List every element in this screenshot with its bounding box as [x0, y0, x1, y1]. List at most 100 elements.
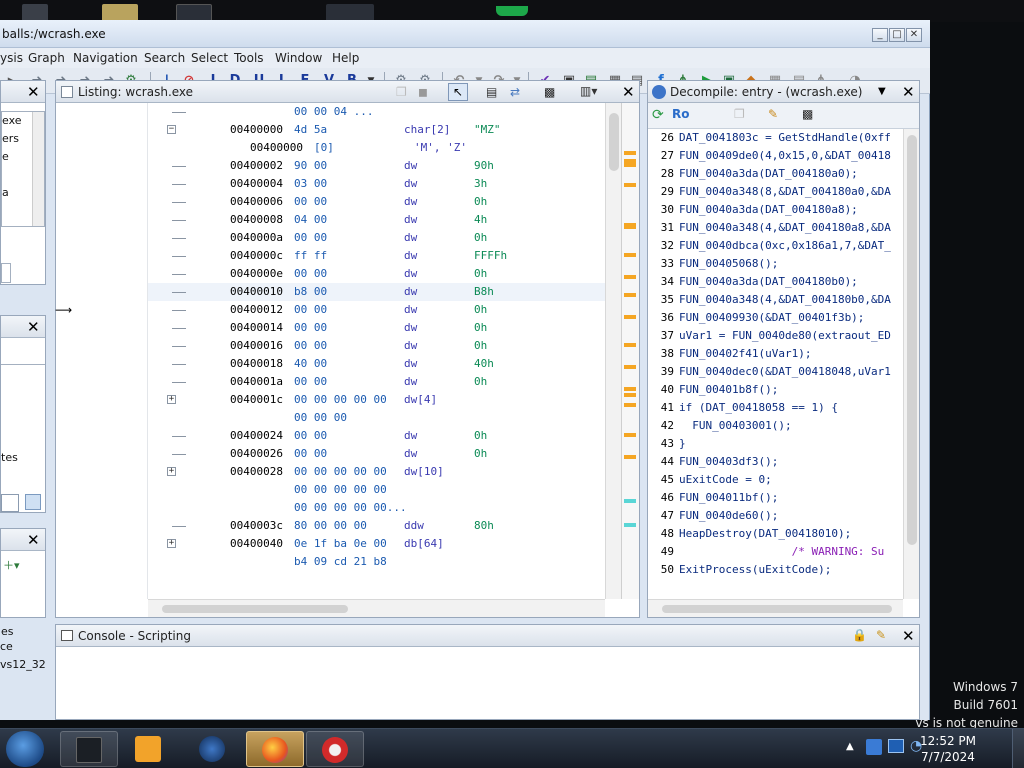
- overview-marker[interactable]: [624, 387, 636, 391]
- code-text[interactable]: FUN_0040a3da(DAT_004180b0);: [679, 273, 858, 291]
- code-line[interactable]: 34 FUN_0040a3da(DAT_004180b0);: [648, 273, 903, 291]
- code-line[interactable]: 33 FUN_00405068();: [648, 255, 903, 273]
- clone-icon[interactable]: ❐: [734, 107, 745, 121]
- listing-bytes[interactable]: 00 00: [294, 265, 327, 283]
- overview-marker[interactable]: [624, 151, 636, 155]
- overview-marker[interactable]: [624, 433, 636, 437]
- listing-address[interactable]: 00400014: [230, 319, 283, 337]
- listing-mnemonic[interactable]: dw: [404, 247, 417, 265]
- listing-address[interactable]: 00400016: [230, 337, 283, 355]
- listing-bytes[interactable]: 00 00 04 ...: [294, 103, 373, 121]
- code-line[interactable]: 39 FUN_0040dec0(&DAT_00418048,uVar1: [648, 363, 903, 381]
- listing-row[interactable]: 0040000a 00 00 dw 0h: [148, 229, 605, 247]
- overview-marker[interactable]: [624, 393, 636, 397]
- snapshot-icon[interactable]: ▩: [544, 85, 555, 99]
- chevron-down-icon[interactable]: ▼: [878, 86, 886, 97]
- listing-address[interactable]: 00400012: [230, 301, 283, 319]
- code-line[interactable]: 38 FUN_00402f41(uVar1);: [648, 345, 903, 363]
- code-text[interactable]: HeapDestroy(DAT_00418010);: [679, 525, 851, 543]
- listing-address[interactable]: 00400040: [230, 535, 283, 553]
- listing-row[interactable]: 00400010 b8 00 dw B8h: [148, 283, 605, 301]
- listing-operand[interactable]: 0h: [474, 319, 487, 337]
- scroll-thumb[interactable]: [662, 605, 892, 613]
- menu-window[interactable]: Window: [275, 51, 322, 65]
- refresh-icon[interactable]: ⟳: [652, 107, 664, 123]
- listing-address[interactable]: 00400010: [230, 283, 283, 301]
- listing-address[interactable]: 00400004: [230, 175, 283, 193]
- listing-bytes[interactable]: 00 00: [294, 229, 327, 247]
- code-text[interactable]: FUN_0040a3da(DAT_004180a8);: [679, 201, 858, 219]
- listing-bytes[interactable]: 40 00: [294, 355, 327, 373]
- decompile-content[interactable]: 26 DAT_0041803c = GetStdHandle(0xff 27 FUN_…: [648, 129, 903, 599]
- listing-operand[interactable]: 80h: [474, 517, 494, 535]
- filter-input[interactable]: [1, 494, 19, 512]
- code-text[interactable]: DAT_0041803c = GetStdHandle(0xff: [679, 129, 891, 147]
- code-line[interactable]: 37 uVar1 = FUN_0040de80(extraout_ED: [648, 327, 903, 345]
- listing-mnemonic[interactable]: dw: [404, 301, 417, 319]
- scroll-thumb[interactable]: [162, 605, 348, 613]
- code-text[interactable]: FUN_00403001();: [679, 417, 791, 435]
- listing-bytes[interactable]: 90 00: [294, 157, 327, 175]
- listing-row[interactable]: +0040001c 00 00 00 00 00 dw[4]: [148, 391, 605, 409]
- tree-item[interactable]: a: [2, 186, 9, 199]
- overview-marker[interactable]: [624, 275, 636, 279]
- overview-marker[interactable]: [624, 343, 636, 347]
- code-text[interactable]: FUN_004011bf();: [679, 489, 778, 507]
- edit-icon[interactable]: ✎: [768, 107, 778, 121]
- listing-row[interactable]: 00400024 00 00 dw 0h: [148, 427, 605, 445]
- listing-operand[interactable]: FFFFh: [474, 247, 507, 265]
- tree-connector[interactable]: +: [164, 535, 214, 553]
- listing-bytes[interactable]: 00 00: [294, 319, 327, 337]
- code-text[interactable]: FUN_0040a3da(DAT_004180a0);: [679, 165, 858, 183]
- listing-mnemonic[interactable]: dw: [404, 265, 417, 283]
- listing-bytes[interactable]: 4d 5a: [294, 121, 327, 139]
- code-text[interactable]: uVar1 = FUN_0040de80(extraout_ED: [679, 327, 891, 345]
- tree-connector[interactable]: −: [164, 121, 214, 139]
- listing-mnemonic[interactable]: dw: [404, 229, 417, 247]
- listing-mnemonic[interactable]: dw: [404, 427, 417, 445]
- filter-icon[interactable]: [25, 494, 41, 510]
- tree-connector[interactable]: +: [164, 391, 214, 409]
- listing-row[interactable]: 0040000c ff ff dw FFFFh: [148, 247, 605, 265]
- listing-bytes[interactable]: 00 00 00 00 00: [294, 481, 387, 499]
- listing-row[interactable]: 00 00 04 ...: [148, 103, 605, 121]
- listing-operand[interactable]: 90h: [474, 157, 494, 175]
- listing-row[interactable]: 00 00 00 00 00...: [148, 499, 605, 517]
- code-line[interactable]: 29 FUN_0040a348(8,&DAT_004180a0,&DA: [648, 183, 903, 201]
- listing-address[interactable]: 0040000c: [230, 247, 283, 265]
- code-line[interactable]: 43}: [648, 435, 903, 453]
- listing-bytes[interactable]: 00 00 00 00 00: [294, 463, 387, 481]
- listing-mnemonic[interactable]: dw: [404, 211, 417, 229]
- code-line[interactable]: 50 ExitProcess(uExitCode);: [648, 561, 903, 579]
- listing-operand[interactable]: 0h: [474, 337, 487, 355]
- listing-mnemonic[interactable]: ddw: [404, 517, 424, 535]
- expand-icon[interactable]: +: [167, 395, 176, 404]
- listing-bytes[interactable]: 00 00 00: [294, 409, 347, 427]
- listing-mnemonic[interactable]: db[64]: [404, 535, 444, 553]
- code-line[interactable]: 49 /* WARNING: Su: [648, 543, 903, 561]
- copy-icon[interactable]: ❐: [396, 85, 407, 99]
- listing-bytes[interactable]: ff ff: [294, 247, 327, 265]
- code-line[interactable]: 30 FUN_0040a3da(DAT_004180a8);: [648, 201, 903, 219]
- listing-bytes[interactable]: 00 00 00 00 00: [294, 391, 387, 409]
- code-text[interactable]: FUN_0040a348(4,&DAT_004180b0,&DA: [679, 291, 891, 309]
- menu-select[interactable]: Select: [191, 51, 228, 65]
- listing-mnemonic[interactable]: dw: [404, 355, 417, 373]
- tree-item[interactable]: vs12_32: [0, 658, 46, 671]
- menu-tools[interactable]: Tools: [234, 51, 264, 65]
- listing-operand[interactable]: 0h: [474, 301, 487, 319]
- code-text[interactable]: FUN_00401b8f();: [679, 381, 778, 399]
- listing-row[interactable]: 00 00 00 00 00: [148, 481, 605, 499]
- listing-row[interactable]: +00400028 00 00 00 00 00 dw[10]: [148, 463, 605, 481]
- listing-bytes[interactable]: 0e 1f ba 0e 00: [294, 535, 387, 553]
- listing-row[interactable]: b4 09 cd 21 b8: [148, 553, 605, 571]
- code-text[interactable]: ExitProcess(uExitCode);: [679, 561, 831, 579]
- tree-item[interactable]: ce: [0, 640, 13, 653]
- listing-bytes[interactable]: 00 00: [294, 337, 327, 355]
- copy-icon[interactable]: Ro: [672, 107, 689, 121]
- listing-mnemonic[interactable]: char[2]: [404, 121, 450, 139]
- cursor-mode-icon[interactable]: ↖: [448, 83, 468, 101]
- listing-operand[interactable]: 0h: [474, 265, 487, 283]
- code-text[interactable]: FUN_00403df3();: [679, 453, 778, 471]
- listing-row[interactable]: 00400000 [0] 'M', 'Z': [148, 139, 605, 157]
